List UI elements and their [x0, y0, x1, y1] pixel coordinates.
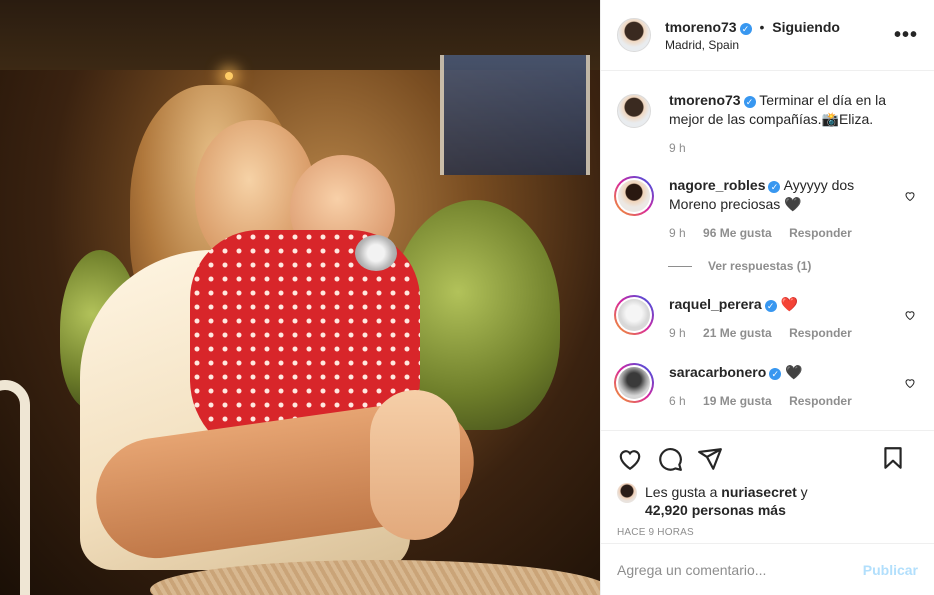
comment-time[interactable]: 9 h: [669, 326, 686, 340]
reply-button[interactable]: Responder: [789, 226, 852, 240]
view-replies-label[interactable]: Ver respuestas (1): [708, 259, 811, 273]
caption: tmoreno73 ✓ Terminar el día en la mejor d…: [617, 91, 918, 158]
likes-prefix: Les gusta a: [645, 484, 722, 500]
caption-username[interactable]: tmoreno73: [669, 92, 741, 108]
save-bookmark-icon[interactable]: [880, 445, 906, 471]
verified-badge-icon: ✓: [768, 181, 781, 193]
post-side-panel: tmoreno73 ✓ • Siguiendo Madrid, Spain •••…: [600, 0, 934, 595]
comment-text: ❤️: [780, 296, 798, 312]
comment-text: 🖤: [785, 364, 803, 380]
comments-list[interactable]: tmoreno73 ✓ Terminar el día en la mejor d…: [601, 71, 934, 430]
post-header: tmoreno73 ✓ • Siguiendo Madrid, Spain •••: [601, 0, 934, 71]
comment-item: nagore_robles ✓ Ayyyyy dos Moreno precios…: [617, 176, 918, 243]
comment-username[interactable]: saracarbonero: [669, 364, 766, 380]
comment-composer: Publicar: [601, 543, 934, 595]
more-options-icon[interactable]: •••: [894, 24, 918, 47]
comment-like-heart-icon[interactable]: [904, 190, 916, 202]
comment-bubble-icon[interactable]: [657, 446, 683, 472]
caption-author-avatar[interactable]: [617, 94, 651, 128]
view-replies-button[interactable]: Ver respuestas (1): [668, 259, 918, 273]
likes-count-button[interactable]: 42,920 personas más: [645, 502, 786, 518]
comment-item: saracarbonero ✓ 🖤 6 h 19 Me gusta Respond…: [617, 363, 918, 411]
verified-badge-icon: ✓: [743, 96, 756, 108]
post-location[interactable]: Madrid, Spain: [665, 38, 840, 52]
commenter-avatar[interactable]: [614, 295, 654, 335]
comment-time[interactable]: 9 h: [669, 226, 686, 240]
likes-middle: y: [796, 484, 808, 500]
commenter-avatar[interactable]: [614, 176, 654, 216]
comment-likes[interactable]: 21 Me gusta: [703, 326, 772, 340]
liker-avatar[interactable]: [617, 483, 637, 503]
post-photo[interactable]: [0, 0, 600, 595]
photo-lamp: [225, 72, 233, 80]
comment-likes[interactable]: 19 Me gusta: [703, 394, 772, 408]
verified-badge-icon: ✓: [764, 300, 777, 312]
liker-username[interactable]: nuriasecret: [721, 484, 796, 500]
share-direct-icon[interactable]: [697, 446, 723, 472]
caption-time[interactable]: 9 h: [669, 141, 686, 155]
author-username[interactable]: tmoreno73: [665, 19, 737, 35]
author-avatar[interactable]: [617, 18, 651, 52]
like-heart-icon[interactable]: [617, 446, 643, 472]
post-timestamp[interactable]: HACE 9 HORAS: [617, 527, 918, 538]
comment-like-heart-icon[interactable]: [904, 309, 916, 321]
comment-like-heart-icon[interactable]: [904, 377, 916, 389]
post-actions: Les gusta a nuriasecret y 42,920 persona…: [601, 430, 934, 543]
following-button[interactable]: Siguiendo: [772, 19, 840, 35]
verified-badge-icon: ✓: [769, 368, 782, 380]
instagram-post: tmoreno73 ✓ • Siguiendo Madrid, Spain •••…: [0, 0, 934, 595]
photo-chair: [0, 380, 30, 595]
replies-divider: [668, 265, 692, 267]
reply-button[interactable]: Responder: [789, 394, 852, 408]
comment-likes[interactable]: 96 Me gusta: [703, 226, 772, 240]
comment-input[interactable]: [617, 561, 863, 578]
photo-watch: [355, 235, 397, 271]
comment-username[interactable]: raquel_perera: [669, 296, 762, 312]
comment-username[interactable]: nagore_robles: [669, 177, 765, 193]
photo-window: [440, 55, 590, 175]
comment-time[interactable]: 6 h: [669, 394, 686, 408]
publish-button[interactable]: Publicar: [863, 562, 918, 578]
likes-summary: Les gusta a nuriasecret y 42,920 persona…: [617, 483, 918, 519]
separator-dot: •: [759, 18, 765, 35]
verified-badge-icon: ✓: [739, 22, 752, 35]
reply-button[interactable]: Responder: [789, 326, 852, 340]
comment-item: raquel_perera ✓ ❤️ 9 h 21 Me gusta Respon…: [617, 295, 918, 343]
photo-baby-leg: [370, 390, 460, 540]
commenter-avatar[interactable]: [614, 363, 654, 403]
